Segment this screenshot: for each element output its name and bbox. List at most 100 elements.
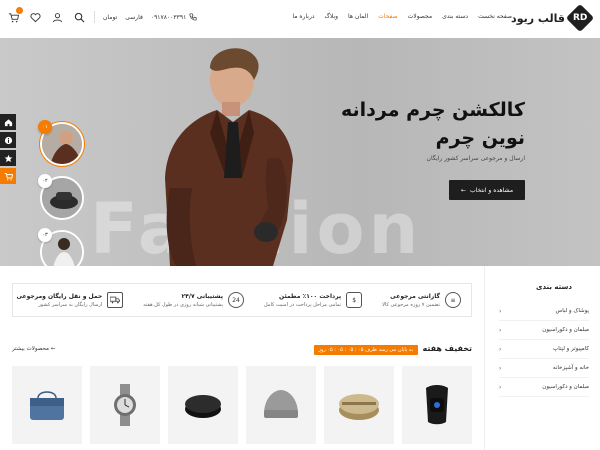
nav-item-elements[interactable]: المان ها	[348, 13, 368, 20]
user-icon[interactable]	[50, 10, 64, 24]
logo-mark-text: RD	[572, 13, 588, 23]
feature-free-shipping: حمل و نقل رایگان ومرجوعی ارسال رایگان به…	[6, 284, 133, 316]
category-item[interactable]: مبلمان و دکوراسیون ‹	[499, 378, 589, 397]
chevron-left-icon: ‹	[499, 364, 502, 372]
hero-model-image	[165, 48, 293, 266]
feature-secure-payment-desc: تمامی مراحل پرداخت در امنیت کامل	[264, 301, 342, 308]
hero-title: کالکشن چرم مردانه نوین چرم	[341, 96, 525, 152]
chevron-left-icon: ‹	[499, 345, 502, 353]
language-select[interactable]: فارسی	[125, 14, 143, 21]
phone-icon	[189, 13, 197, 21]
category-item[interactable]: پوشاک و لباس ‹	[499, 302, 589, 321]
home-icon[interactable]	[0, 114, 16, 130]
category-item[interactable]: کامپیوتر و لپتاپ ‹	[499, 340, 589, 359]
cart-icon[interactable]: ۰	[6, 7, 23, 24]
phone-number: ۰۹۱۷۸۰۰۳۳۹۱	[150, 13, 187, 21]
slide-thumb-3[interactable]: ۰۳	[38, 228, 84, 266]
category-item[interactable]: مبلمان و دکوراسیون ‹	[499, 321, 589, 340]
features-bar: ≡ گارانتی مرجوعی تضمین ۷ روزه مرجوعی کال…	[12, 283, 472, 317]
slide-thumb-1[interactable]: ۰۱	[38, 120, 84, 166]
truck-icon	[107, 292, 124, 308]
cart-tool-icon[interactable]	[0, 168, 16, 184]
product-card-beanie[interactable]	[246, 366, 316, 444]
site-header: RD قالب ریود صفحه نخست دسته بندی محصولات…	[0, 0, 600, 38]
feature-support-title: پشتیبانی ۲۴/۷	[181, 292, 224, 300]
feature-secure-payment: $ پرداخت ۱۰۰٪ مطمئن تمامی مراحل پرداخت د…	[254, 284, 372, 316]
feature-support-desc: پشتیبانی شبانه روزی در طول کل هفته	[143, 301, 224, 308]
speaker-image	[339, 394, 379, 420]
feature-guarantee-title: گارانتی مرجوعی	[390, 292, 440, 300]
arrow-left-icon: ←	[50, 346, 56, 352]
secure-wallet-icon: $	[346, 292, 363, 308]
category-sidebar-title: دسته بندی	[536, 283, 572, 291]
category-item-label: مبلمان و دکوراسیون	[542, 384, 589, 390]
cart-count-badge: ۰	[16, 7, 23, 14]
nav-item-home[interactable]: صفحه نخست	[478, 13, 512, 20]
more-products-label: محصولات بیشتر	[12, 346, 49, 352]
category-item-label: پوشاک و لباس	[555, 308, 589, 314]
product-card-tracker[interactable]	[168, 366, 238, 444]
beanie-image	[264, 390, 298, 418]
star-icon[interactable]	[0, 150, 16, 166]
product-card-smartwatch[interactable]	[402, 366, 472, 444]
nav-item-categories[interactable]: دسته بندی	[442, 13, 468, 20]
category-item-label: کامپیوتر و لپتاپ	[553, 346, 589, 352]
slide-thumb-3-number: ۰۳	[38, 228, 52, 242]
hero-subtitle: ارسال و مرجوعی سراسر کشور رایگان	[426, 155, 525, 162]
product-card-bag[interactable]	[12, 366, 82, 444]
nav-item-pages[interactable]: صفحات	[378, 13, 397, 20]
slide-thumb-2-number: ۰۲	[38, 174, 52, 188]
nav-item-products[interactable]: محصولات	[408, 13, 432, 20]
side-toolbar	[0, 114, 16, 184]
chevron-left-icon: ‹	[499, 326, 502, 334]
currency-select[interactable]: تومان	[103, 14, 117, 21]
feature-free-shipping-title: حمل و نقل رایگان ومرجوعی	[16, 292, 103, 300]
header-actions: ۰ تومان فارسی ۰۹۱۷۸۰۰۳۳۹۱	[6, 7, 197, 24]
slide-thumb-1-number: ۰۱	[38, 120, 52, 134]
category-sidebar: دسته بندی پوشاک و لباس ‹ مبلمان و دکوراسی…	[484, 266, 600, 450]
feature-support: 24 پشتیبانی ۲۴/۷ پشتیبانی شبانه روزی در …	[133, 284, 254, 316]
feature-guarantee: ≡ گارانتی مرجوعی تضمین ۷ روزه مرجوعی کال…	[372, 284, 471, 316]
hero-cta-button[interactable]: مشاهده و انتخاب ←	[449, 180, 525, 200]
category-item-label: خانه و آشپزخانه	[552, 365, 589, 371]
info-icon[interactable]	[0, 132, 16, 148]
nav-item-about[interactable]: درباره ما	[292, 13, 314, 20]
logo-text: قالب ریود	[511, 11, 565, 25]
header-divider	[94, 11, 95, 23]
phone-contact[interactable]: ۰۹۱۷۸۰۰۳۳۹۱	[151, 13, 197, 21]
feature-secure-payment-title: پرداخت ۱۰۰٪ مطمئن	[279, 292, 342, 300]
feature-guarantee-desc: تضمین ۷ روزه مرجوعی کالا	[382, 301, 440, 308]
site-logo[interactable]: RD قالب ریود	[511, 3, 595, 33]
deal-countdown: به پایان می رسد ظرف ۰۵ : ۰۵ : ۰۵ : ۰۵ رو…	[313, 345, 418, 355]
hero-title-line2: نوین چرم	[435, 127, 525, 149]
logo-mark: RD	[565, 3, 595, 33]
category-item[interactable]: خانه و آشپزخانه ‹	[499, 359, 589, 378]
smart-band-image	[426, 385, 448, 425]
hero-title-line1: کالکشن چرم مردانه	[341, 99, 525, 121]
support-24-icon: 24	[228, 292, 245, 308]
bag-image	[30, 391, 64, 420]
arrow-left-icon: ←	[460, 186, 466, 194]
weekly-deals-header: تخفیف هفته به پایان می رسد ظرف ۰۵ : ۰۵ :…	[12, 344, 472, 358]
slider-thumbnails: ۰۱ ۰۲ ۰۳	[38, 120, 84, 266]
deal-products	[12, 366, 472, 444]
chevron-left-icon: ‹	[499, 383, 502, 391]
search-icon[interactable]	[72, 10, 86, 24]
coins-icon: ≡	[445, 292, 461, 308]
nav-item-blog[interactable]: وبلاگ	[325, 13, 339, 20]
hero-cta-label: مشاهده و انتخاب	[469, 186, 514, 194]
hero-slider: Fashion کالکشن چرم مردانه نوین چرم ارسال…	[0, 38, 600, 266]
tracker-image	[185, 395, 221, 418]
chevron-left-icon: ‹	[499, 307, 502, 315]
product-card-watch[interactable]	[90, 366, 160, 444]
product-card-speaker[interactable]	[324, 366, 394, 444]
heart-icon[interactable]	[28, 10, 42, 24]
slide-thumb-2[interactable]: ۰۲	[38, 174, 84, 220]
feature-free-shipping-desc: ارسال رایگان به سراسر کشور	[38, 301, 103, 308]
more-products-link[interactable]: ← محصولات بیشتر	[12, 346, 55, 352]
weekly-deals-title: تخفیف هفته	[422, 344, 472, 353]
watch-image	[114, 384, 136, 426]
main-nav: صفحه نخست دسته بندی محصولات صفحات المان …	[282, 13, 512, 20]
category-item-label: مبلمان و دکوراسیون	[542, 327, 589, 333]
category-list: پوشاک و لباس ‹ مبلمان و دکوراسیون ‹ کامپیو…	[499, 302, 589, 397]
